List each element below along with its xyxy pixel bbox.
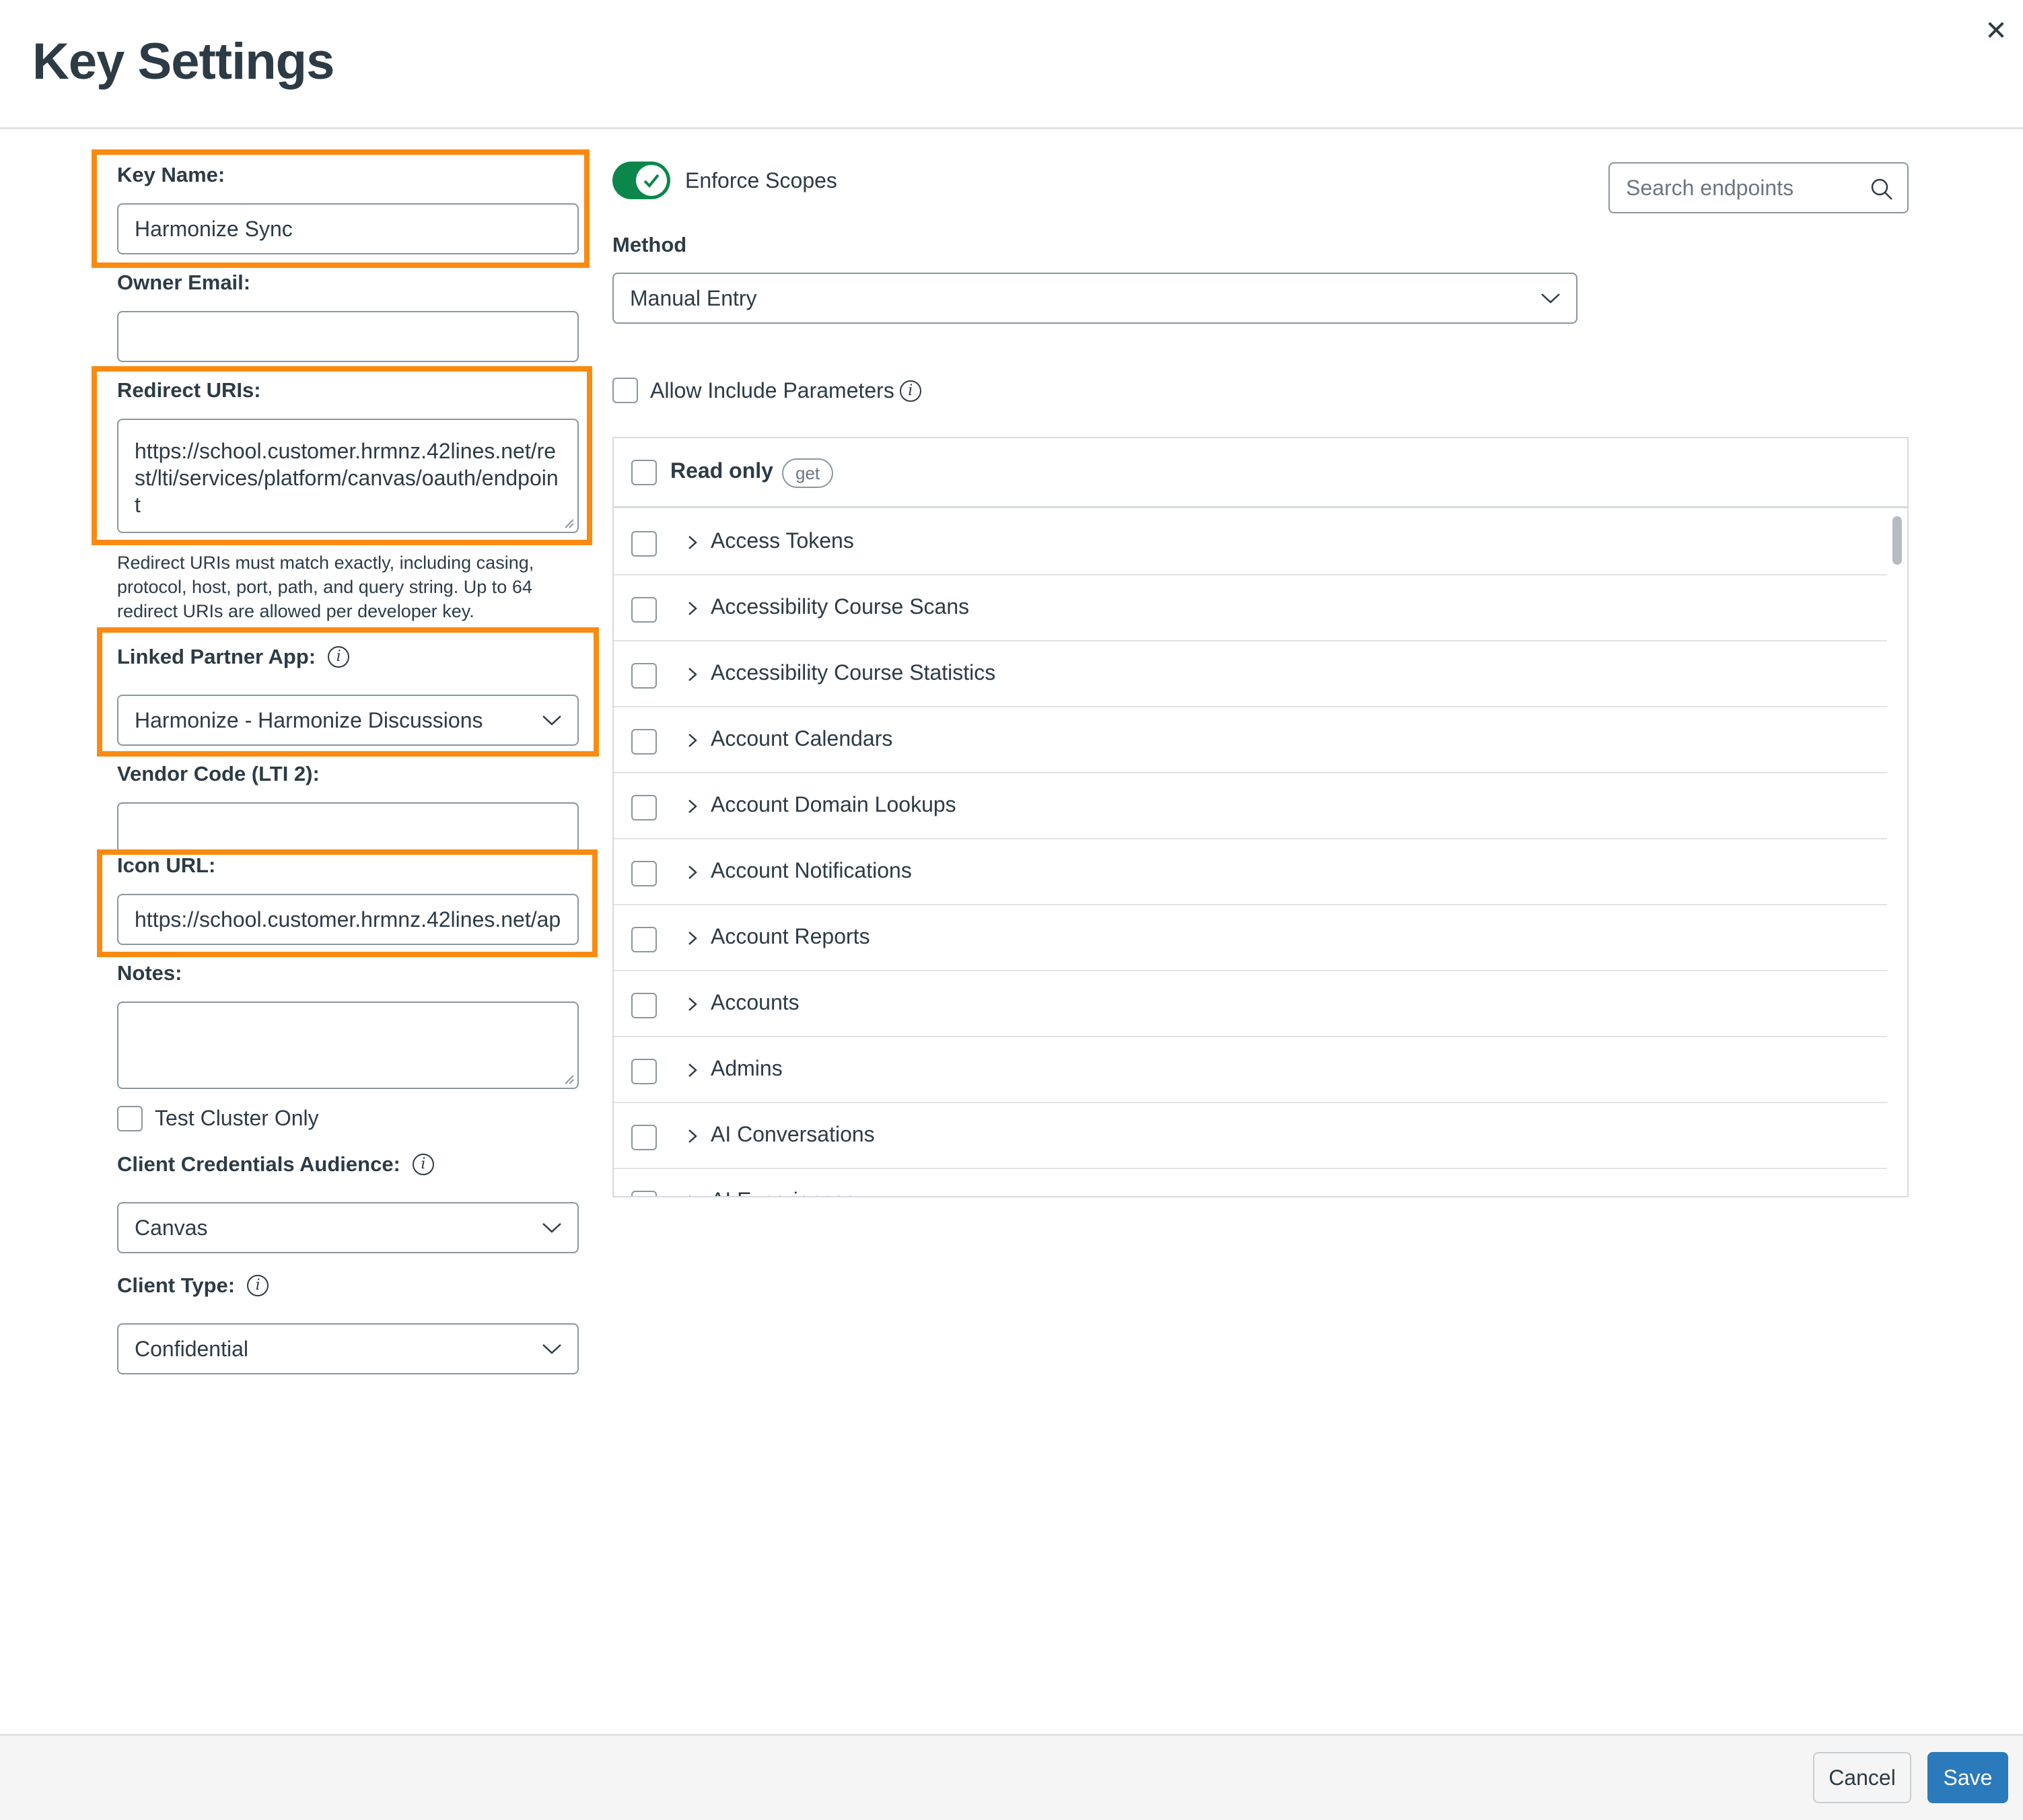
allow-include-parameters-label: Allow Include Parameters i: [650, 378, 921, 403]
scope-label: Accessibility Course Scans: [711, 594, 970, 619]
info-icon[interactable]: i: [247, 1275, 269, 1296]
notes-textarea[interactable]: [117, 1002, 579, 1089]
scope-label: Access Tokens: [711, 528, 854, 553]
scope-row[interactable]: Account Calendars: [614, 707, 1887, 773]
chevron-right-icon[interactable]: [688, 601, 697, 616]
cancel-button[interactable]: Cancel: [1813, 1752, 1911, 1803]
scope-checkbox[interactable]: [631, 993, 657, 1018]
info-icon[interactable]: i: [899, 380, 921, 402]
scope-row[interactable]: Accessibility Course Scans: [614, 575, 1887, 641]
chevron-right-icon[interactable]: [688, 931, 697, 946]
check-icon: [643, 174, 660, 188]
scope-label: Account Reports: [711, 924, 870, 948]
scope-label: Account Calendars: [711, 726, 893, 750]
chevron-right-icon[interactable]: [688, 865, 697, 880]
scope-label: Admins: [711, 1056, 783, 1080]
search-endpoints-input[interactable]: Search endpoints: [1608, 162, 1909, 213]
scope-checkbox[interactable]: [631, 1059, 657, 1084]
modal-title: Key Settings: [32, 33, 334, 90]
chevron-right-icon[interactable]: [688, 667, 697, 682]
scope-row[interactable]: Accounts: [614, 971, 1887, 1037]
notes-label: Notes:: [117, 961, 182, 985]
scope-checkbox[interactable]: [631, 1191, 657, 1196]
scope-row[interactable]: Access Tokens: [614, 510, 1887, 575]
highlight-box: [97, 849, 598, 957]
scope-label: AI Conversations: [711, 1122, 875, 1146]
scope-checkbox[interactable]: [631, 795, 657, 820]
scope-label: Account Domain Lookups: [711, 792, 956, 816]
scopes-panel: Read only get Access Tokens Accessibility…: [612, 437, 1909, 1197]
method-label: Method: [612, 233, 687, 256]
client-type-select[interactable]: Confidential: [117, 1323, 579, 1374]
vendor-code-label: Vendor Code (LTI 2):: [117, 762, 320, 785]
test-cluster-only-checkbox[interactable]: [117, 1106, 143, 1131]
read-only-label: Read only: [670, 458, 773, 483]
scope-label: Accounts: [711, 990, 800, 1014]
client-credentials-audience-label: Client Credentials Audience: i: [117, 1152, 434, 1177]
scope-checkbox[interactable]: [631, 927, 657, 952]
highlight-box: [92, 149, 590, 268]
chevron-right-icon[interactable]: [688, 733, 697, 748]
chevron-right-icon[interactable]: [688, 1195, 697, 1197]
allow-include-parameters-checkbox[interactable]: [612, 378, 638, 403]
scopes-header: Read only get: [614, 438, 1907, 508]
scope-row[interactable]: Accessibility Course Statistics: [614, 641, 1887, 707]
chevron-down-icon: [1541, 293, 1560, 304]
test-cluster-only-label: Test Cluster Only: [155, 1106, 319, 1130]
toggle-knob: [636, 165, 667, 196]
method-select[interactable]: Manual Entry: [612, 273, 1577, 324]
scroll-thumb[interactable]: [1892, 516, 1902, 565]
client-type-label: Client Type: i: [117, 1273, 269, 1298]
chevron-right-icon[interactable]: [688, 1129, 697, 1144]
scope-label: Accessibility Course Statistics: [711, 660, 996, 685]
redirect-uris-help: Redirect URIs must match exactly, includ…: [117, 553, 534, 621]
modal-footer: [0, 1734, 2023, 1820]
scope-checkbox[interactable]: [631, 597, 657, 623]
chevron-right-icon[interactable]: [688, 997, 697, 1012]
owner-email-input[interactable]: [117, 311, 579, 362]
scope-label: Account Notifications: [711, 858, 912, 882]
scope-row[interactable]: AI Experiences: [614, 1169, 1887, 1197]
scope-row[interactable]: Account Notifications: [614, 839, 1887, 905]
info-icon[interactable]: i: [412, 1154, 434, 1175]
enforce-scopes-label: Enforce Scopes: [685, 168, 837, 193]
scope-label: AI Experiences: [711, 1188, 855, 1196]
chevron-right-icon[interactable]: [688, 1063, 697, 1078]
scope-checkbox[interactable]: [631, 1125, 657, 1150]
chevron-right-icon[interactable]: [688, 535, 697, 550]
read-only-checkbox[interactable]: [631, 460, 657, 485]
scope-checkbox[interactable]: [631, 729, 657, 755]
highlight-box: [92, 366, 592, 545]
save-button[interactable]: Save: [1927, 1752, 2008, 1803]
get-badge: get: [782, 458, 834, 488]
chevron-down-icon: [542, 1223, 561, 1233]
owner-email-label: Owner Email:: [117, 271, 251, 294]
modal-header: Key Settings ✕: [0, 0, 2023, 129]
resize-grip-icon[interactable]: [563, 1073, 575, 1085]
chevron-down-icon: [542, 1344, 561, 1354]
scope-row[interactable]: Account Reports: [614, 905, 1887, 971]
highlight-box: [97, 627, 599, 757]
search-icon: [1871, 178, 1892, 200]
scope-list: Access Tokens Accessibility Course Scans A…: [614, 510, 1887, 1197]
scope-checkbox[interactable]: [631, 663, 657, 689]
scope-row[interactable]: AI Conversations: [614, 1103, 1887, 1169]
scope-row[interactable]: Admins: [614, 1037, 1887, 1103]
scope-checkbox[interactable]: [631, 861, 657, 886]
enforce-scopes-toggle[interactable]: [612, 162, 670, 199]
scrollbar[interactable]: [1891, 511, 1903, 1196]
scope-checkbox[interactable]: [631, 531, 657, 557]
close-icon[interactable]: ✕: [1981, 16, 2011, 46]
chevron-right-icon[interactable]: [688, 799, 697, 814]
scope-row[interactable]: Account Domain Lookups: [614, 773, 1887, 839]
client-credentials-audience-select[interactable]: Canvas: [117, 1202, 579, 1253]
vendor-code-input[interactable]: [117, 802, 579, 853]
